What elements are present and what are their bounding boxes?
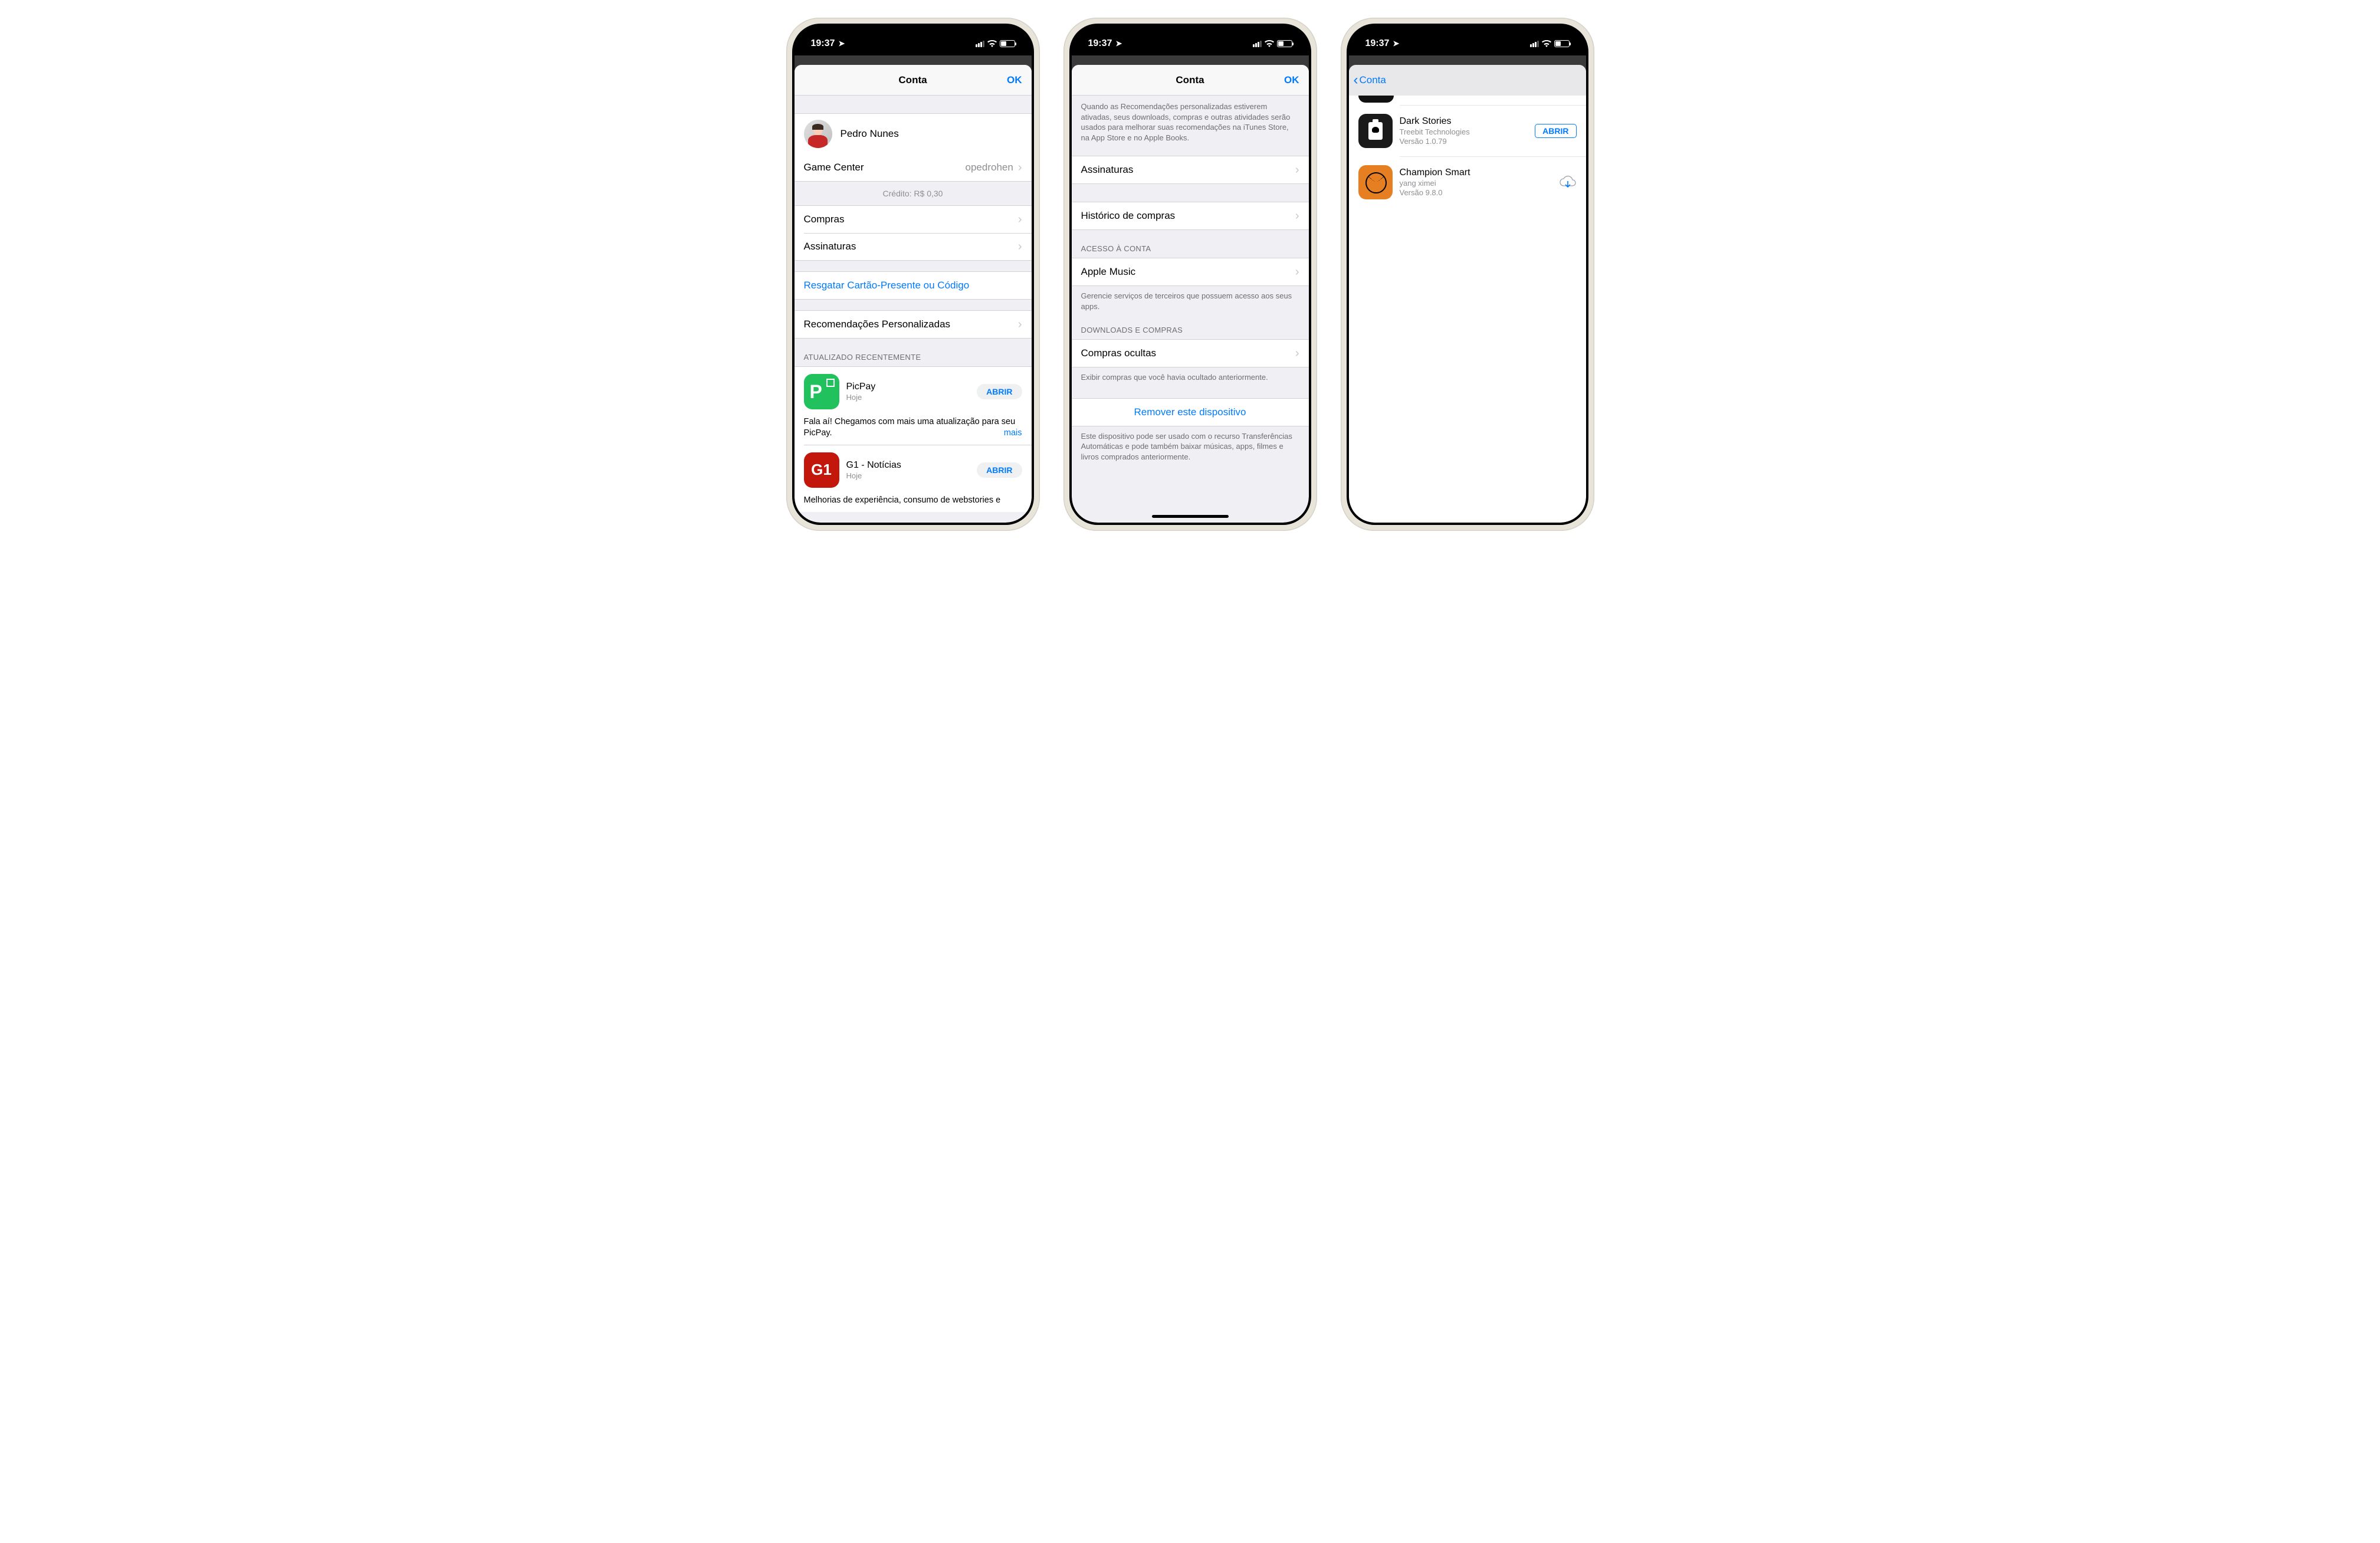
purchases-row[interactable]: Compras › xyxy=(795,206,1032,233)
app-version: Versão 9.8.0 xyxy=(1400,188,1552,197)
app-subtitle: Hoje xyxy=(846,393,970,402)
signal-icon xyxy=(976,41,984,47)
profile-name: Pedro Nunes xyxy=(841,128,899,140)
status-time: 19:37 xyxy=(1365,38,1390,49)
open-button[interactable]: ABRIR xyxy=(1535,124,1576,138)
phone-frame-1: 19:37 ➤ Conta OK xyxy=(786,18,1040,531)
status-time: 19:37 xyxy=(811,38,835,49)
battery-icon xyxy=(1554,40,1570,47)
status-time: 19:37 xyxy=(1088,38,1112,49)
location-arrow-icon: ➤ xyxy=(1393,39,1399,48)
credit-label: Crédito: R$ 0,30 xyxy=(795,182,1032,205)
app-subtitle: Hoje xyxy=(846,471,970,480)
app-row-champion-smart[interactable]: Champion Smart yang ximei Versão 9.8.0 xyxy=(1349,157,1586,208)
notch xyxy=(1411,24,1524,40)
signal-icon xyxy=(1530,41,1539,47)
app-icon-partial xyxy=(1358,96,1394,103)
game-center-label: Game Center xyxy=(804,162,864,173)
personalized-recommendations-row[interactable]: Recomendações Personalizadas › xyxy=(795,311,1032,338)
notch xyxy=(857,24,969,40)
app-row-g1[interactable]: G1 G1 - Notícias Hoje ABRIR xyxy=(795,445,1032,495)
app-icon-picpay: P xyxy=(804,374,839,409)
location-arrow-icon: ➤ xyxy=(1115,39,1122,48)
signal-icon xyxy=(1253,41,1262,47)
app-name: PicPay xyxy=(846,382,970,392)
chevron-right-icon: › xyxy=(1018,318,1022,331)
chevron-right-icon: › xyxy=(1295,347,1299,360)
app-developer: yang ximei xyxy=(1400,179,1552,188)
chevron-right-icon: › xyxy=(1018,213,1022,226)
account-access-footer: Gerencie serviços de terceiros que possu… xyxy=(1072,286,1309,311)
open-button[interactable]: ABRIR xyxy=(977,462,1022,478)
app-icon-champion-smart xyxy=(1358,165,1393,199)
notch xyxy=(1134,24,1246,40)
hidden-purchases-row[interactable]: Compras ocultas › xyxy=(1072,340,1309,367)
recommendations-footer: Quando as Recomendações personalizadas e… xyxy=(1072,96,1309,143)
app-icon-dark-stories xyxy=(1358,114,1393,148)
subscriptions-row[interactable]: Assinaturas › xyxy=(1072,156,1309,183)
phone-frame-3: 19:37 ➤ ‹ Conta xyxy=(1341,18,1594,531)
open-button[interactable]: ABRIR xyxy=(977,384,1022,399)
game-center-row[interactable]: Game Center opedrohen › xyxy=(795,154,1032,181)
location-arrow-icon: ➤ xyxy=(838,39,845,48)
nav-header: ‹ Conta xyxy=(1349,65,1586,96)
nav-header: Conta OK xyxy=(1072,65,1309,96)
app-description: Fala aí! Chegamos com mais uma atualizaç… xyxy=(795,416,1032,445)
app-row-dark-stories[interactable]: Dark Stories Treebit Technologies Versão… xyxy=(1349,106,1586,156)
downloads-purchases-header: DOWNLOADS E COMPRAS xyxy=(1072,311,1309,339)
chevron-right-icon: › xyxy=(1018,161,1022,175)
battery-icon xyxy=(1277,40,1292,47)
back-button[interactable]: ‹ Conta xyxy=(1354,73,1386,87)
redeem-row[interactable]: Resgatar Cartão-Presente ou Código xyxy=(795,272,1032,299)
app-icon-g1: G1 xyxy=(804,452,839,488)
account-access-header: ACESSO À CONTA xyxy=(1072,230,1309,258)
home-indicator[interactable] xyxy=(1152,515,1229,518)
chevron-left-icon: ‹ xyxy=(1354,73,1358,87)
page-title: Conta xyxy=(795,74,1032,86)
purchase-history-row[interactable]: Histórico de compras › xyxy=(1072,202,1309,229)
download-cloud-icon[interactable] xyxy=(1559,175,1577,189)
nav-header: Conta OK xyxy=(795,65,1032,96)
remove-device-button[interactable]: Remover este dispositivo xyxy=(1072,399,1309,426)
page-title: Conta xyxy=(1072,74,1309,86)
battery-icon xyxy=(1000,40,1015,47)
app-developer: Treebit Technologies xyxy=(1400,127,1528,136)
app-row-picpay[interactable]: P PicPay Hoje ABRIR xyxy=(795,367,1032,416)
done-button[interactable]: OK xyxy=(1007,74,1022,86)
app-version: Versão 1.0.79 xyxy=(1400,137,1528,146)
chevron-right-icon: › xyxy=(1295,163,1299,177)
app-name: G1 - Notícias xyxy=(846,460,970,471)
updated-recently-header: ATUALIZADO RECENTEMENTE xyxy=(795,339,1032,366)
more-link[interactable]: mais xyxy=(1004,428,1022,439)
chevron-right-icon: › xyxy=(1295,209,1299,223)
subscriptions-row[interactable]: Assinaturas › xyxy=(795,233,1032,260)
apple-music-row[interactable]: Apple Music › xyxy=(1072,258,1309,285)
profile-row[interactable]: Pedro Nunes xyxy=(795,114,1032,154)
done-button[interactable]: OK xyxy=(1284,74,1299,86)
hidden-purchases-footer: Exibir compras que você havia ocultado a… xyxy=(1072,367,1309,383)
remove-device-footer: Este dispositivo pode ser usado com o re… xyxy=(1072,426,1309,462)
chevron-right-icon: › xyxy=(1018,240,1022,254)
avatar xyxy=(804,120,832,148)
game-center-value: opedrohen xyxy=(966,162,1013,173)
app-name: Champion Smart xyxy=(1400,168,1552,178)
app-name: Dark Stories xyxy=(1400,116,1528,127)
chevron-right-icon: › xyxy=(1295,265,1299,279)
app-description: Melhorias de experiência, consumo de web… xyxy=(795,495,1032,512)
wifi-icon xyxy=(987,40,997,47)
wifi-icon xyxy=(1542,40,1551,47)
wifi-icon xyxy=(1265,40,1274,47)
phone-frame-2: 19:37 ➤ Conta OK Quando as Recomendaçõ xyxy=(1063,18,1317,531)
